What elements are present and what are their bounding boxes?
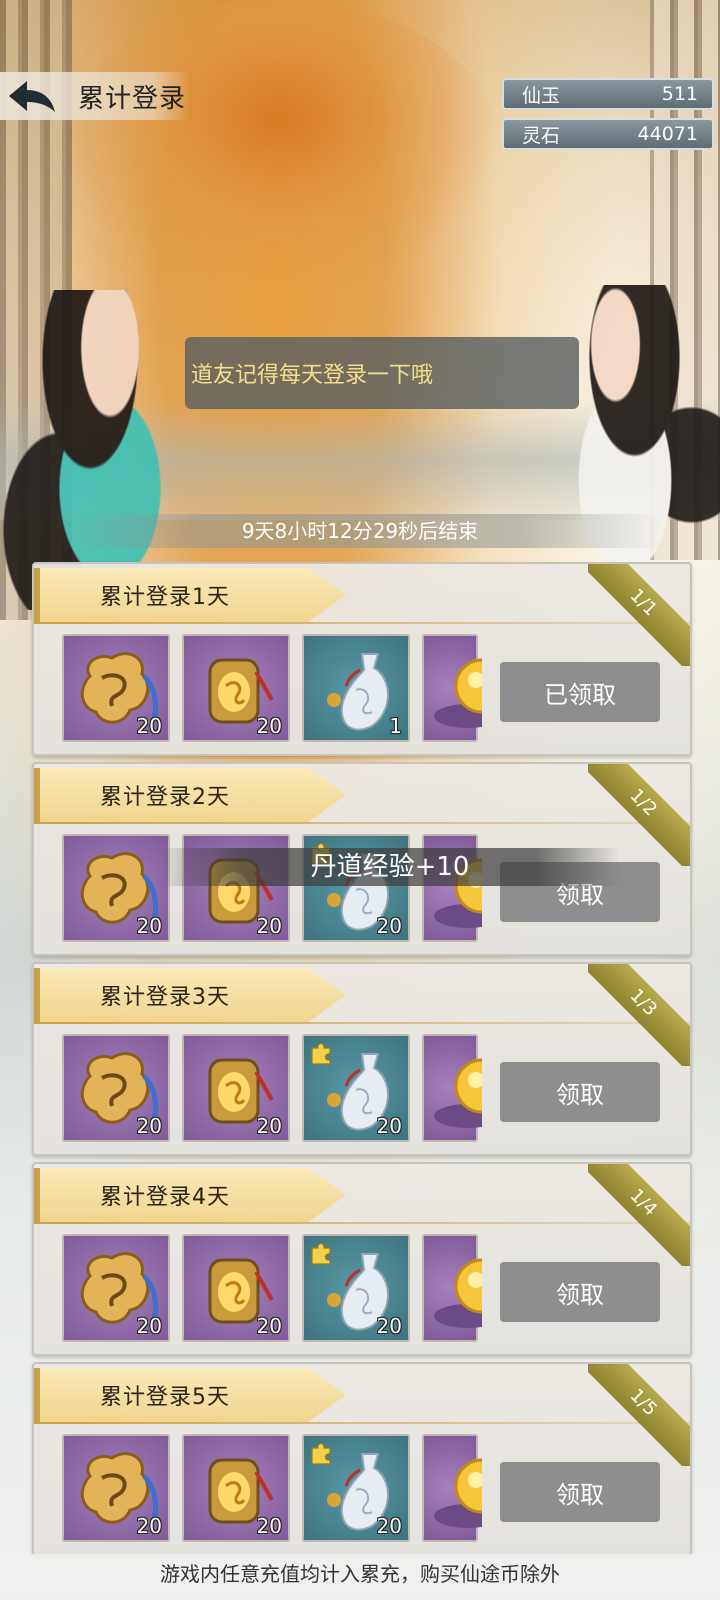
item-count: 20 xyxy=(256,1514,282,1538)
currency-value: 511 xyxy=(661,83,698,105)
reward-item[interactable]: 20 xyxy=(62,1234,170,1342)
back-arrow-icon xyxy=(9,81,55,112)
reward-item[interactable]: 20 xyxy=(302,1434,410,1542)
back-button[interactable] xyxy=(0,72,64,120)
claimed-button[interactable]: 已领取 xyxy=(500,662,660,722)
progress-label: 1/1 xyxy=(588,564,690,666)
progress-ribbon: 1/5 xyxy=(588,1364,690,1466)
reward-item[interactable]: 20 xyxy=(62,1034,170,1142)
currency-value: 44071 xyxy=(637,123,698,145)
claim-button[interactable]: 领取 xyxy=(500,1062,660,1122)
claim-button[interactable]: 领取 xyxy=(500,1262,660,1322)
claim-button[interactable]: 领取 xyxy=(500,1462,660,1522)
progress-ribbon: 1/3 xyxy=(588,964,690,1066)
progress-label: 1/3 xyxy=(588,964,690,1066)
page-title: 累计登录 xyxy=(78,83,187,114)
top-header: 累计登录 xyxy=(0,72,190,120)
card-title: 累计登录5天 xyxy=(34,1368,346,1422)
progress-ribbon: 1/1 xyxy=(588,564,690,666)
reward-items: 20 20 20 xyxy=(62,1234,482,1344)
reward-card: 累计登录4天 1/4 20 20 20 领取 xyxy=(32,1162,692,1356)
footer-note: 游戏内任意充值均计入累充，购买仙途币除外 xyxy=(0,1554,720,1594)
item-count: 20 xyxy=(376,914,402,938)
reward-item[interactable] xyxy=(422,634,482,742)
currency-label: 仙玉 xyxy=(522,84,561,107)
item-count: 20 xyxy=(376,1514,402,1538)
item-count: 20 xyxy=(256,714,282,738)
fragment-badge-icon xyxy=(311,1042,331,1065)
reward-item[interactable]: 20 xyxy=(182,1434,290,1542)
reward-item[interactable]: 20 xyxy=(182,1234,290,1342)
maple-tree-art xyxy=(60,0,500,300)
card-title: 累计登录1天 xyxy=(34,568,346,622)
item-count: 20 xyxy=(136,1514,162,1538)
reward-item[interactable]: 20 xyxy=(182,634,290,742)
reward-item[interactable]: 20 xyxy=(62,1434,170,1542)
reward-item[interactable]: 20 xyxy=(62,834,170,942)
reward-item[interactable]: 20 xyxy=(302,1034,410,1142)
currency-lingshi: 灵石 44071 xyxy=(502,118,714,150)
reward-items: 20 20 20 xyxy=(62,1034,482,1144)
reward-item[interactable]: 20 xyxy=(302,1234,410,1342)
item-count: 20 xyxy=(376,1114,402,1138)
card-title: 累计登录3天 xyxy=(34,968,346,1022)
reward-item[interactable] xyxy=(422,1234,482,1342)
item-count: 20 xyxy=(136,1114,162,1138)
reward-item[interactable] xyxy=(422,1434,482,1542)
item-count: 20 xyxy=(256,1314,282,1338)
golden-orb-icon xyxy=(434,658,482,728)
tip-bubble: 道友记得每天登录一下哦 xyxy=(185,337,579,409)
fragment-badge-icon xyxy=(311,1442,331,1465)
fragment-badge-icon xyxy=(311,1242,331,1265)
reward-item[interactable]: 20 xyxy=(182,1034,290,1142)
currency-label: 灵石 xyxy=(522,124,561,147)
golden-orb-icon xyxy=(434,1058,482,1128)
item-count: 20 xyxy=(136,1314,162,1338)
reward-item[interactable]: 20 xyxy=(62,634,170,742)
card-title: 累计登录4天 xyxy=(34,1168,346,1222)
progress-label: 1/4 xyxy=(588,1164,690,1266)
golden-orb-icon xyxy=(434,1458,482,1528)
reward-card: 累计登录1天 1/1 20 20 1 已领取 xyxy=(32,562,692,756)
item-count: 1 xyxy=(389,714,402,738)
event-countdown: 9天8小时12分29秒后结束 xyxy=(0,514,720,548)
toast-message: 丹道经验+10 xyxy=(160,848,620,886)
progress-label: 1/5 xyxy=(588,1364,690,1466)
item-count: 20 xyxy=(256,914,282,938)
reward-item[interactable]: 1 xyxy=(302,634,410,742)
reward-card: 累计登录5天 1/5 20 20 20 领取 xyxy=(32,1362,692,1556)
reward-items: 20 20 1 xyxy=(62,634,482,744)
item-count: 20 xyxy=(136,714,162,738)
reward-item[interactable] xyxy=(422,1034,482,1142)
item-count: 20 xyxy=(136,914,162,938)
item-count: 20 xyxy=(376,1314,402,1338)
golden-orb-icon xyxy=(434,1258,482,1328)
progress-ribbon: 1/4 xyxy=(588,1164,690,1266)
reward-card: 累计登录3天 1/3 20 20 20 领取 xyxy=(32,962,692,1156)
reward-items: 20 20 20 xyxy=(62,1434,482,1544)
card-title: 累计登录2天 xyxy=(34,768,346,822)
item-count: 20 xyxy=(256,1114,282,1138)
currency-xianyu: 仙玉 511 xyxy=(502,78,714,110)
